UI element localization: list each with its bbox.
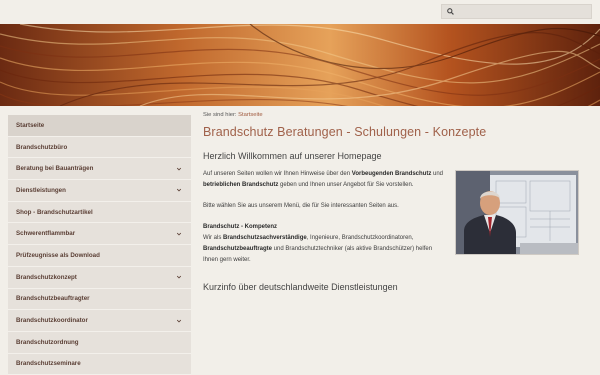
sidebar-item-brandschutzkoordinator[interactable]: Brandschutzkoordinator bbox=[8, 310, 191, 332]
sidebar-item-label: Brandschutzbeauftragter bbox=[16, 295, 90, 303]
text: und bbox=[431, 171, 444, 177]
sidebar-nav: Startseite Brandschutzbüro Beratung bei … bbox=[8, 115, 191, 375]
menu-hint-paragraph: Bitte wählen Sie aus unserem Menü, die f… bbox=[203, 203, 399, 209]
breadcrumb-prefix: Sie sind hier: bbox=[203, 112, 237, 118]
chevron-down-icon[interactable] bbox=[176, 318, 182, 324]
intro-section: Auf unseren Seiten wollen wir Ihnen Hinw… bbox=[203, 169, 588, 266]
sidebar-item-label: Prüfzeugnisse als Download bbox=[16, 251, 100, 259]
sidebar-item-label: Dienstleistungen bbox=[16, 186, 66, 194]
sidebar-item-label: Brandschutzkoordinator bbox=[16, 317, 88, 325]
sidebar-item-label: Beratung bei Bauanträgen bbox=[16, 165, 94, 173]
sidebar-item-brandschutzkonzept[interactable]: Brandschutzkonzept bbox=[8, 267, 191, 289]
sidebar-item-label: Brandschutzseminare bbox=[16, 360, 81, 368]
search-input[interactable] bbox=[458, 5, 588, 18]
chevron-down-icon[interactable] bbox=[176, 231, 182, 237]
bold-text: betrieblichen Brandschutz bbox=[203, 182, 279, 188]
page-title: Brandschutz Beratungen - Schulungen - Ko… bbox=[203, 125, 487, 139]
text: , Ingenieure, Brandschutzkoordinatoren, bbox=[306, 235, 414, 241]
sidebar-item-label: Schwerentflammbar bbox=[16, 230, 76, 238]
welcome-heading: Herzlich Willkommen auf unserer Homepage bbox=[203, 151, 382, 161]
main-content: Sie sind hier: Startseite Brandschutz Be… bbox=[203, 112, 588, 292]
bold-text: Brandschutzbeauftragte bbox=[203, 246, 273, 252]
sidebar-item-label: Brandschutzkonzept bbox=[16, 273, 77, 281]
sidebar-item-schwerentflammbar[interactable]: Schwerentflammbar bbox=[8, 223, 191, 246]
chevron-down-icon[interactable] bbox=[176, 274, 182, 280]
sidebar-item-brandschutzbuero[interactable]: Brandschutzbüro bbox=[8, 137, 191, 159]
breadcrumb-link-startseite[interactable]: Startseite bbox=[238, 112, 263, 118]
header-banner-image bbox=[0, 24, 600, 106]
sidebar-item-brandschutzbeauftragter[interactable]: Brandschutzbeauftragter bbox=[8, 289, 191, 311]
sidebar-item-label: Startseite bbox=[16, 121, 45, 129]
section-heading-kurzinfo: Kurzinfo über deutschlandweite Dienstlei… bbox=[203, 282, 398, 292]
sidebar-item-beratung-bei-bauantraegen[interactable]: Beratung bei Bauanträgen bbox=[8, 158, 191, 181]
text: geben und Ihnen unser Angebot für Sie vo… bbox=[278, 182, 414, 188]
text: Auf unseren Seiten wollen wir Ihnen Hinw… bbox=[203, 171, 352, 177]
sidebar-item-shop[interactable]: Shop - Brandschutzartikel bbox=[8, 202, 191, 224]
sidebar-item-pruefzeugnisse[interactable]: Prüfzeugnisse als Download bbox=[8, 245, 191, 267]
sidebar-item-label: Shop - Brandschutzartikel bbox=[16, 208, 93, 216]
competence-paragraph: Brandschutz - Kompetenz Wir als Brandschu… bbox=[203, 222, 448, 266]
chevron-down-icon[interactable] bbox=[176, 187, 182, 193]
competence-title: Brandschutz - Kompetenz bbox=[203, 224, 278, 230]
top-bar bbox=[0, 0, 600, 24]
bold-text: Vorbeugenden Brandschutz bbox=[351, 171, 432, 177]
intro-paragraph: Auf unseren Seiten wollen wir Ihnen Hinw… bbox=[203, 169, 448, 191]
sidebar-item-brandschutzordnung[interactable]: Brandschutzordnung bbox=[8, 332, 191, 354]
search-box[interactable] bbox=[441, 4, 592, 19]
sidebar-item-startseite[interactable]: Startseite bbox=[8, 115, 191, 137]
sidebar-item-dienstleistungen[interactable]: Dienstleistungen bbox=[8, 180, 191, 202]
sidebar-item-label: Brandschutzbüro bbox=[16, 143, 68, 151]
sidebar-item-label: Brandschutzordnung bbox=[16, 338, 79, 346]
search-icon bbox=[447, 8, 454, 15]
portrait-photo bbox=[455, 170, 579, 255]
intro-text: Auf unseren Seiten wollen wir Ihnen Hinw… bbox=[203, 169, 448, 266]
breadcrumb: Sie sind hier: Startseite bbox=[203, 112, 588, 118]
text: Wir als bbox=[203, 235, 223, 241]
sidebar-item-brandschutzseminare[interactable]: Brandschutzseminare bbox=[8, 354, 191, 375]
chevron-down-icon[interactable] bbox=[176, 166, 182, 172]
bold-text: Brandschutzsachverständige bbox=[223, 235, 307, 241]
